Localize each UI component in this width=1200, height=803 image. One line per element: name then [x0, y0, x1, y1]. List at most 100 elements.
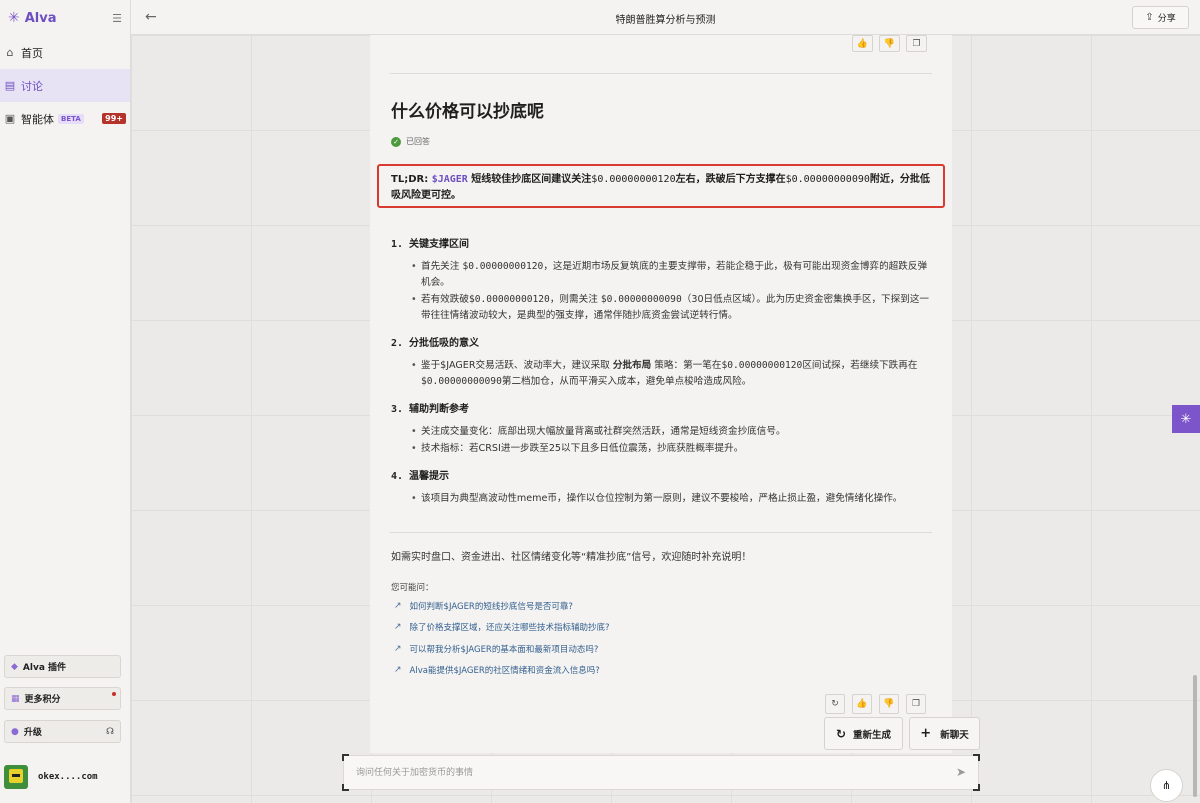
copy-icon[interactable]: ❐: [906, 694, 926, 714]
section-number: 2.: [391, 338, 404, 349]
list-item: 首先关注 $0.00000000120，这是近期市场反复筑底的主要支撑带，若能企…: [391, 259, 931, 291]
bullet-text: 策略：第一笔在: [651, 360, 722, 371]
check-icon: ✓: [391, 136, 401, 147]
answer-card: 👍 👎 ❐ 什么价格可以抄底呢 ✓ 已回答 TL;DR: $JAGER 短线较佳…: [370, 35, 952, 753]
list-item: 该项目为典型高波动性meme币，操作以仓位控制为第一原则，建议不要梭哈，严格止损…: [391, 491, 931, 507]
scrollbar[interactable]: [1193, 675, 1197, 797]
regenerate-button[interactable]: ↻ 重新生成: [824, 717, 903, 750]
arrow-up-right-icon: ↗: [394, 644, 402, 654]
section-heading: 2. 分批低吸的意义: [391, 334, 931, 349]
tldr-text: 左右，跌破后下方支撑在: [675, 174, 786, 185]
bullet-text: 首先关注: [421, 261, 463, 272]
send-icon[interactable]: ➤: [956, 765, 966, 779]
suggestions-label: 您可能问：: [391, 583, 434, 593]
upgrade-button[interactable]: ● 升级 ☊: [4, 720, 121, 743]
share-icon: ⇪: [1145, 12, 1154, 23]
alva-plugin-button[interactable]: ◆ Alva 插件: [4, 655, 121, 678]
arrow-up-right-icon: ↗: [394, 622, 402, 632]
top-bar: ← 特朗普胜算分析与预测 ⇪ 分享: [131, 0, 1200, 35]
thumbs-down-icon[interactable]: 👎: [879, 694, 899, 714]
section-number: 4.: [391, 471, 404, 482]
thumbs-down-icon[interactable]: 👎: [879, 35, 900, 52]
headset-icon[interactable]: ☊: [106, 727, 114, 737]
user-profile[interactable]: okex....com: [4, 765, 98, 789]
share-label: 分享: [1157, 14, 1176, 24]
plus-icon: +: [920, 726, 932, 741]
new-chat-button[interactable]: + 新聊天: [909, 717, 980, 750]
new-chat-label: 新聊天: [940, 729, 969, 741]
divider: [390, 532, 932, 533]
price-value: $0.00000000120: [468, 294, 550, 305]
price-value: $0.00000000120: [591, 174, 676, 185]
network-graph-icon[interactable]: ⋔: [1150, 769, 1183, 802]
price-value: $0.00000000090: [421, 376, 502, 387]
section-heading: 4. 温馨提示: [391, 467, 931, 482]
notification-dot: [112, 692, 116, 696]
sidebar-item-discussion[interactable]: ▤ 讨论: [0, 69, 130, 102]
copy-icon[interactable]: ❐: [906, 35, 927, 52]
list-item: 关注成交量变化：底部出现大幅放量背离或社群突然活跃，通常是短线资金抄底信号。: [391, 424, 931, 440]
gift-icon: ▦: [11, 693, 20, 704]
bullet-text: ，则需关注: [549, 294, 601, 305]
suggested-question[interactable]: ↗ 除了价格支撑区域，还应关注哪些技术指标辅助抄底?: [394, 621, 610, 633]
status-text: 已回答: [406, 137, 430, 146]
tldr-summary: TL;DR: $JAGER 短线较佳抄底区间建议关注$0.00000000120…: [391, 172, 931, 204]
arrow-up-right-icon: ↗: [394, 665, 402, 675]
bullet-text: 关注成交量变化：底部出现大幅放量背离或社群突然活跃，通常是短线资金抄底信号。: [421, 426, 786, 437]
more-points-button[interactable]: ▦ 更多积分: [4, 687, 121, 710]
tldr-prefix: TL;DR:: [391, 174, 432, 185]
alva-assistant-icon[interactable]: ✳: [1172, 405, 1200, 433]
answer-status: ✓ 已回答: [391, 136, 430, 147]
answer-body: 1. 关键支撑区间 首先关注 $0.00000000120，这是近期市场反复筑底的…: [391, 235, 931, 508]
price-value: $0.00000000090: [600, 294, 682, 305]
chat-input[interactable]: [356, 765, 936, 781]
suggestion-text: 除了价格支撑区域，还应关注哪些技术指标辅助抄底?: [409, 623, 610, 633]
ticker-label[interactable]: $JAGER: [432, 174, 468, 185]
beta-badge: BETA: [58, 113, 84, 124]
plugin-label: Alva 插件: [22, 663, 67, 673]
sidebar-item-agents[interactable]: ▣ 智能体 BETA 99+: [0, 102, 130, 135]
bullet-text: 技术指标：若CRSI进一步跌至25以下且多日低位震荡，抄底获胜概率提升。: [421, 443, 744, 454]
sidebar-item-home[interactable]: ⌂ 首页: [0, 36, 130, 69]
alva-logo-icon: ✳: [8, 10, 20, 26]
section-heading: 1. 关键支撑区间: [391, 235, 931, 250]
sidebar-item-label: 首页: [21, 46, 43, 60]
home-icon: ⌂: [6, 46, 14, 59]
section-title: 温馨提示: [409, 471, 450, 482]
collapse-sidebar-icon[interactable]: ☰: [112, 12, 122, 25]
share-button[interactable]: ⇪ 分享: [1132, 6, 1189, 29]
refresh-icon[interactable]: ↻: [825, 694, 845, 714]
suggestion-text: 如何判断$JAGER的短线抄底信号是否可靠?: [409, 602, 573, 612]
divider: [390, 73, 932, 74]
sidebar-item-label: 讨论: [21, 79, 43, 93]
brand-name: Alva: [24, 10, 57, 26]
arrow-up-right-icon: ↗: [394, 601, 402, 611]
list-item: 鉴于$JAGER交易活跃、波动率大，建议采取 分批布局 策略：第一笔在$0.00…: [391, 358, 931, 390]
agent-icon: ▣: [4, 112, 16, 125]
refresh-icon: ↻: [835, 726, 847, 741]
upgrade-label: 升级: [23, 728, 42, 738]
regenerate-label: 重新生成: [853, 729, 892, 741]
section-title: 关键支撑区间: [409, 239, 470, 250]
suggested-question[interactable]: ↗ Alva能提供$JAGER的社区情绪和资金流入信息吗?: [394, 664, 600, 676]
previous-answer-actions: 👍 👎 ❐: [852, 35, 927, 52]
suggestion-text: 可以帮我分析$JAGER的基本面和最新项目动态吗?: [409, 645, 599, 655]
price-value: $0.00000000120: [462, 261, 544, 272]
answer-actions: ↻ 👍 👎 ❐: [825, 694, 926, 714]
composer: ➤: [342, 754, 980, 791]
section-title: 分批低吸的意义: [409, 338, 480, 349]
thumbs-up-icon[interactable]: 👍: [852, 694, 872, 714]
price-value: $0.00000000090: [785, 174, 870, 185]
list-item: 技术指标：若CRSI进一步跌至25以下且多日低位震荡，抄底获胜概率提升。: [391, 441, 931, 457]
suggested-question[interactable]: ↗ 如何判断$JAGER的短线抄底信号是否可靠?: [394, 600, 573, 612]
thumbs-up-icon[interactable]: 👍: [852, 35, 873, 52]
points-label: 更多积分: [24, 695, 61, 705]
suggested-question[interactable]: ↗ 可以帮我分析$JAGER的基本面和最新项目动态吗?: [394, 643, 598, 655]
closing-text: 如需实时盘口、资金进出、社区情绪变化等“精准抄底”信号，欢迎随时补充说明！: [391, 552, 752, 563]
price-value: $0.00000000120: [721, 360, 803, 371]
sidebar-item-label: 智能体: [21, 112, 54, 126]
user-name: okex....com: [38, 772, 98, 782]
bullet-text: 该项目为典型高波动性meme币，操作以仓位控制为第一原则，建议不要梭哈，严格止损…: [421, 493, 903, 504]
brand[interactable]: ✳ Alva ☰: [0, 0, 130, 36]
section-heading: 3. 辅助判断参考: [391, 400, 931, 415]
